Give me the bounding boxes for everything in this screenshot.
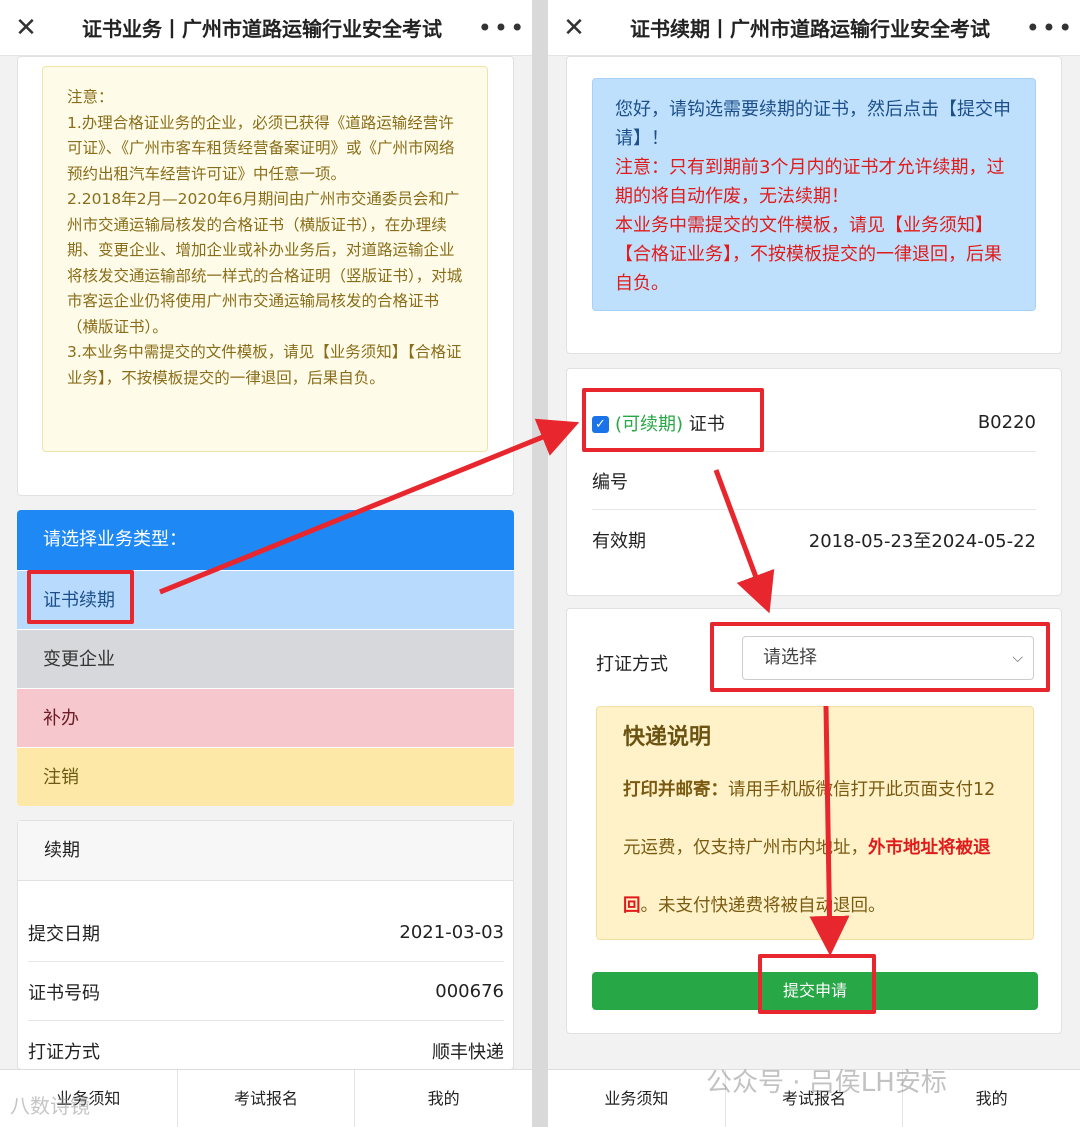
express-text: 打印并邮寄：请用手机版微信打开此页面支付12元运费，仅支持广州市内地址，外市地址… <box>623 761 1007 935</box>
row-label: 证书号码 <box>28 982 100 1004</box>
highlight-box <box>582 388 764 452</box>
express-tail: 。未支付快递费将被自动退回。 <box>640 896 886 916</box>
page-title: 证书续期丨广州市道路运输行业安全考试 <box>630 17 990 41</box>
tab-business-notice[interactable]: 业务须知 <box>548 1070 726 1127</box>
notice-line: 3.本业务中需提交的文件模板，请见【业务须知】【合格证业务】，不按模板提交的一律… <box>67 343 462 387</box>
notice-line: 注意： <box>67 88 114 106</box>
info-template-note: 本业务中需提交的文件模板，请见【业务须知】【合格证业务】，不按模板提交的一律退回… <box>615 215 1002 294</box>
highlight-box <box>758 954 876 1014</box>
express-lead: 打印并邮寄： <box>623 780 728 800</box>
print-method-label: 打证方式 <box>596 654 668 675</box>
info-warning: 注意：只有到期前3个月内的证书才允许续期，过期的将自动作废，无法续期！ <box>615 157 1005 207</box>
express-title: 快递说明 <box>623 725 712 750</box>
more-icon[interactable]: ••• <box>1020 14 1080 42</box>
info-greeting: 您好，请钩选需要续期的证书，然后点击【提交申请】！ <box>615 99 1011 149</box>
highlight-box <box>710 622 1050 692</box>
row-value: 顺丰快递 <box>432 1042 504 1063</box>
validity-row: 有效期 2018-05-23至2024-05-22 <box>592 511 1036 569</box>
more-icon[interactable]: ••• <box>472 14 532 42</box>
option-cancel[interactable]: 注销 <box>17 747 514 806</box>
watermark: 公众号 · 吕侯LH安标 <box>706 1068 947 1098</box>
validity-value: 2018-05-23至2024-05-22 <box>808 531 1036 552</box>
option-reissue[interactable]: 补办 <box>17 688 514 747</box>
row-value: 2021-03-03 <box>399 922 504 943</box>
record-header: 续期 <box>18 821 513 881</box>
watermark-left: 八数诗镜 <box>10 1094 90 1118</box>
record-row: 提交日期 2021-03-03 <box>28 904 504 962</box>
close-icon[interactable]: ✕ <box>0 13 52 43</box>
express-note: 快递说明 打印并邮寄：请用手机版微信打开此页面支付12元运费，仅支持广州市内地址… <box>596 706 1034 940</box>
notice-line: 2.2018年2月—2020年6月期间由广州市交通委员会和广州市交通运输局核发的… <box>67 190 463 336</box>
row-label: 打证方式 <box>28 1042 100 1063</box>
number-row: 编号 <box>592 452 1036 510</box>
page-title: 证书业务丨广州市道路运输行业安全考试 <box>82 17 442 41</box>
notice-line: 1.办理合格证业务的企业，必须已获得《道路运输经营许可证》、《广州市客车租赁经营… <box>67 113 455 183</box>
validity-label: 有效期 <box>592 531 646 552</box>
tab-exam-signup[interactable]: 考试报名 <box>178 1070 356 1127</box>
info-box: 您好，请钩选需要续期的证书，然后点击【提交申请】！ 注意：只有到期前3个月内的证… <box>592 78 1036 311</box>
row-label: 提交日期 <box>28 923 100 945</box>
right-topbar: ✕ 证书续期丨广州市道路运输行业安全考试 ••• <box>548 0 1080 56</box>
option-change-company[interactable]: 变更企业 <box>17 629 514 688</box>
tab-mine[interactable]: 我的 <box>355 1070 532 1127</box>
left-topbar: ✕ 证书业务丨广州市道路运输行业安全考试 ••• <box>0 0 532 56</box>
row-value: 000676 <box>435 981 504 1002</box>
highlight-box <box>27 570 134 624</box>
business-type-header: 请选择业务类型： <box>17 510 514 570</box>
right-screen: ✕ 证书续期丨广州市道路运输行业安全考试 ••• 您好，请钩选需要续期的证书，然… <box>548 0 1080 1127</box>
business-type-list: 请选择业务类型： 证书续期 变更企业 补办 注销 <box>17 510 514 806</box>
left-screen: ✕ 证书业务丨广州市道路运输行业安全考试 ••• 注意： 1.办理合格证业务的企… <box>0 0 532 1127</box>
notice-box: 注意： 1.办理合格证业务的企业，必须已获得《道路运输经营许可证》、《广州市客车… <box>42 66 488 452</box>
number-label: 编号 <box>592 471 628 493</box>
record-row: 证书号码 000676 <box>28 963 504 1021</box>
close-icon[interactable]: ✕ <box>548 13 600 43</box>
certificate-number: B0220 <box>977 412 1036 433</box>
